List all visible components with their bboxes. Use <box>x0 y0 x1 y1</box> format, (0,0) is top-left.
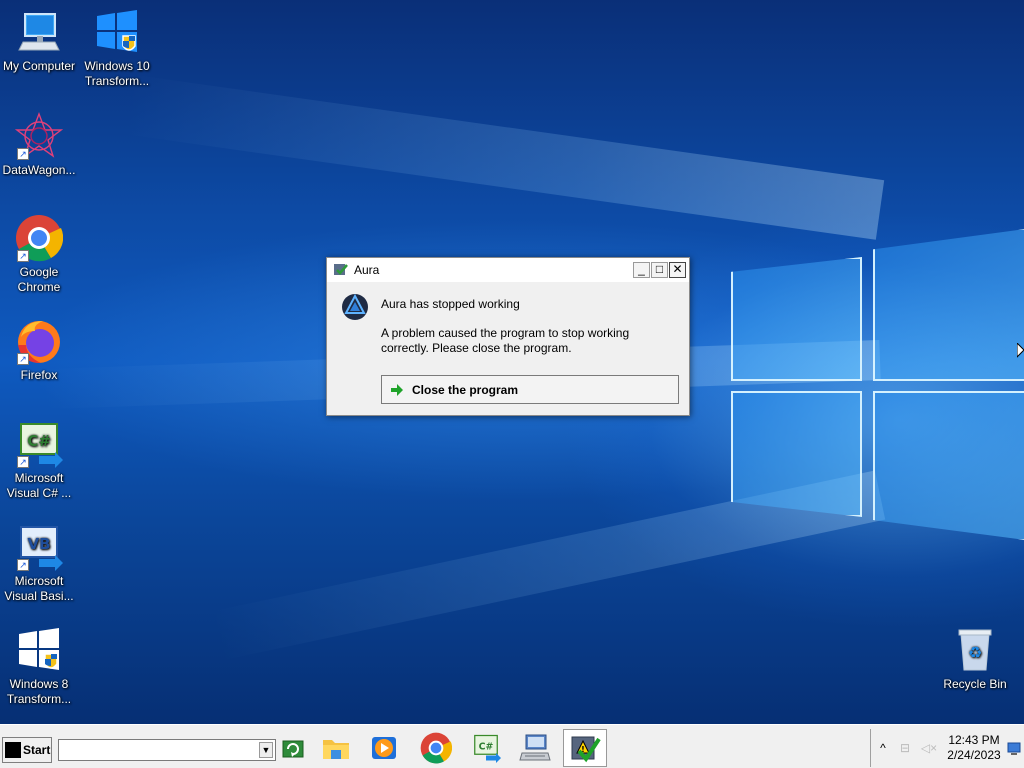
dialog-body: Aura has stopped working A problem cause… <box>327 282 689 356</box>
wallpaper-pane <box>731 257 862 381</box>
desktop-icon-firefox[interactable]: ↗ Firefox <box>0 317 78 383</box>
desktop-icon-google-chrome[interactable]: ↗ Google Chrome <box>0 214 78 295</box>
aura-app-icon <box>334 264 348 275</box>
svg-text:C#: C# <box>479 741 494 752</box>
chrome-icon <box>420 732 452 764</box>
clock[interactable]: 12:43 PM 2/24/2023 <box>943 733 1005 763</box>
recycle-bin-icon: ♻ <box>951 626 999 674</box>
desktop-icon-label: Recycle Bin <box>943 677 1007 691</box>
desktop-icon-windows8-transform[interactable]: Windows 8 Transform... <box>0 626 78 707</box>
error-dialog: Aura _ □ ✕ Aura has stopped working A pr… <box>326 257 690 416</box>
aura-logo-icon <box>342 293 368 320</box>
close-button[interactable]: ✕ <box>669 262 686 278</box>
desktop-icon-visual-csharp[interactable]: C# ↗ Microsoft Visual C# ... <box>0 420 78 501</box>
clock-time: 12:43 PM <box>948 733 1000 747</box>
wallpaper-pane <box>873 391 1024 541</box>
desktop-icon-datawagon[interactable]: ↗ DataWagon... <box>0 112 78 178</box>
clock-date: 2/24/2023 <box>947 748 1001 762</box>
shortcut-arrow-icon: ↗ <box>17 559 29 571</box>
shortcut-arrow-icon: ↗ <box>17 456 29 468</box>
taskbar-app-file-explorer[interactable] <box>314 729 358 767</box>
dialog-title: Aura <box>354 263 380 277</box>
minimize-button[interactable]: _ <box>633 262 650 278</box>
desktop-icon-label: Microsoft Visual C# ... <box>6 471 72 500</box>
chevron-down-icon[interactable]: ▼ <box>259 742 273 758</box>
taskbar: Start ▼ C# ! ^ ⊟ ◁× 12:43 PM 2/24/2023 <box>0 724 1024 768</box>
desktop-icon-label: Windows 10 Transform... <box>84 59 150 88</box>
tray-chevron-up-icon[interactable]: ^ <box>873 741 893 755</box>
wallpaper-beam <box>123 74 885 240</box>
vb-icon: VB ↗ <box>15 523 63 571</box>
windows-shield-icon <box>15 626 63 674</box>
desktop-icon-recycle-bin[interactable]: ♻ Recycle Bin <box>936 626 1014 692</box>
dialog-heading: Aura has stopped working <box>381 297 520 311</box>
desktop-icon-label: Firefox <box>20 368 58 382</box>
dialog-titlebar[interactable]: Aura _ □ ✕ <box>327 258 689 282</box>
desktop-icon-my-computer[interactable]: My Computer <box>0 8 78 74</box>
shortcut-arrow-icon: ↗ <box>17 148 29 160</box>
desktop-icon-label: DataWagon... <box>2 163 76 177</box>
svg-text:VB: VB <box>27 535 50 553</box>
desktop-icon-label: Windows 8 Transform... <box>6 677 72 706</box>
close-program-label: Close the program <box>412 382 519 397</box>
start-icon <box>5 742 21 758</box>
desktop-icon-label: Google Chrome <box>17 265 61 294</box>
taskbar-app-remote-desktop[interactable] <box>513 729 557 767</box>
computer-keyboard-icon <box>519 734 551 761</box>
svg-text:♻: ♻ <box>968 643 982 662</box>
wallpaper-pane <box>873 228 1024 381</box>
taskbar-app-media-player[interactable] <box>362 729 406 767</box>
cursor-icon <box>1017 343 1024 358</box>
taskbar-app-aura[interactable]: ! <box>563 729 607 767</box>
show-desktop-icon[interactable] <box>1007 742 1021 756</box>
folder-icon <box>323 740 349 759</box>
run-combobox[interactable]: ▼ <box>58 739 276 761</box>
media-player-icon <box>372 737 396 759</box>
firefox-icon: ↗ <box>15 317 63 365</box>
desktop-icon-windows10-transform[interactable]: Windows 10 Transform... <box>78 8 156 89</box>
system-tray: ^ ⊟ ◁× 12:43 PM 2/24/2023 <box>870 729 1024 767</box>
start-button[interactable]: Start <box>2 737 52 763</box>
volume-muted-icon[interactable]: ◁× <box>920 741 938 755</box>
desktop-icon-label: My Computer <box>2 59 76 73</box>
network-icon[interactable]: ⊟ <box>896 741 914 755</box>
datawagon-icon: ↗ <box>14 112 64 160</box>
close-program-button[interactable]: Close the program <box>381 375 679 404</box>
desktop-icon-visual-basic[interactable]: VB ↗ Microsoft Visual Basi... <box>0 523 78 604</box>
wallpaper-pane <box>731 391 862 517</box>
dialog-message: A problem caused the program to stop wor… <box>381 326 630 355</box>
maximize-button[interactable]: □ <box>651 262 668 278</box>
csharp-icon: C# ↗ <box>15 420 63 468</box>
chrome-icon: ↗ <box>15 214 64 262</box>
csharp-icon: C# <box>474 734 501 763</box>
taskbar-app-visual-csharp[interactable]: C# <box>464 729 508 767</box>
shortcut-arrow-icon: ↗ <box>17 250 29 262</box>
desktop: My Computer Windows 10 Transform... ↗ Da… <box>0 0 1024 724</box>
aura-check-icon: ! <box>571 736 601 763</box>
shortcut-arrow-icon: ↗ <box>17 353 29 365</box>
svg-text:C#: C# <box>27 432 51 450</box>
windows-shield-icon <box>93 8 141 56</box>
run-go-icon[interactable] <box>282 738 304 760</box>
start-label: Start <box>23 743 51 757</box>
computer-icon <box>15 8 63 56</box>
desktop-icon-label: Microsoft Visual Basi... <box>4 574 74 603</box>
taskbar-app-chrome[interactable] <box>414 729 458 767</box>
green-arrow-icon <box>391 383 403 396</box>
